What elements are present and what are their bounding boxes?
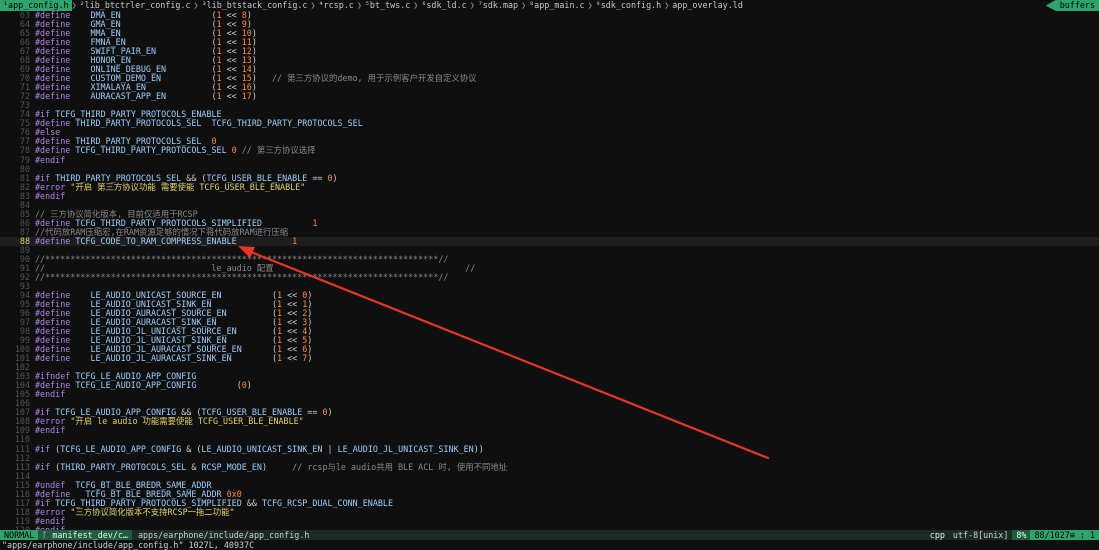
code-text: #define TCFG_THIRD_PARTY_PROTOCOLS_SEL 0… [35, 145, 316, 156]
code-line[interactable]: 109 #endif [0, 426, 1099, 435]
cursor-position: 88/1027≡ : 1 [1030, 530, 1099, 540]
code-text: #endif [35, 425, 66, 436]
code-line[interactable]: 79 #endif [0, 154, 1099, 165]
code-text: #define THIRD_PARTY_PROTOCOLS_SEL TCFG_T… [35, 118, 363, 129]
tab-9[interactable]: app_overlay.ld [669, 0, 746, 11]
code-text: #error "开启 le audio 功能需要使能 TCFG_USER_BLE… [35, 416, 304, 427]
code-text: #endif [35, 154, 66, 165]
code-line[interactable]: 78 #define TCFG_THIRD_PARTY_PROTOCOLS_SEL… [0, 146, 1099, 155]
code-text: #define TCFG_CODE_TO_RAM_COMPRESS_ENABLE… [35, 235, 298, 246]
filetype: cpp [929, 530, 945, 540]
tab-7[interactable]: ⁸app_main.c [526, 0, 587, 11]
code-text: #endif [35, 389, 66, 400]
code-line[interactable]: 113 #if (THIRD_PARTY_PROTOCOLS_SEL & RCSP… [0, 461, 1099, 472]
tab-2[interactable]: ³lib_btstack_config.c [199, 0, 311, 11]
code-line[interactable]: 82 #error "开启 第三方协议功能 需要使能 TCFG_USER_BLE_… [0, 181, 1099, 192]
tab-1[interactable]: ²lib_btctrler_config.c [77, 0, 194, 11]
status-line: NORMAL ᚴ manifest_dev/c… apps/earphone/inc… [0, 530, 1099, 540]
code-text: #if (THIRD_PARTY_PROTOCOLS_SEL & RCSP_MO… [35, 461, 508, 472]
code-text: #endif [35, 190, 66, 201]
code-line[interactable]: 83 #endif [0, 190, 1099, 201]
file-path: apps/earphone/include/app_config.h [137, 530, 310, 540]
code-line[interactable]: 92//************************************… [0, 271, 1099, 282]
code-text: #define TCFG_LE_AUDIO_APP_CONFIG (0) [35, 380, 252, 391]
code-text: #error "开启 第三方协议功能 需要使能 TCFG_USER_BLE_EN… [35, 181, 306, 192]
mode-indicator: NORMAL [0, 530, 39, 540]
code-line[interactable]: 72 #define AURACAST_APP_EN (1 << 17) [0, 92, 1099, 101]
code-line[interactable]: 105 #endif [0, 390, 1099, 399]
code-line[interactable]: 111 #if (TCFG_LE_AUDIO_APP_CONFIG & (LE_A… [0, 443, 1099, 454]
tab-5[interactable]: ⁶sdk_ld.c [418, 0, 469, 11]
code-line[interactable]: 108 #error "开启 le audio 功能需要使能 TCFG_USER_… [0, 417, 1099, 426]
command-line[interactable]: "apps/earphone/include/app_config.h" 102… [0, 540, 1099, 550]
tab-0[interactable]: ¹app_config.h [0, 0, 72, 11]
code-text: #if (TCFG_LE_AUDIO_APP_CONFIG & (LE_AUDI… [35, 443, 484, 454]
code-text: #define AURACAST_APP_EN (1 << 17) [35, 91, 257, 102]
tabline: ¹app_config.h ❯ ²lib_btctrler_config.c ❯ ³li… [0, 0, 1099, 11]
scroll-percent: 8% [1012, 530, 1031, 540]
tab-3[interactable]: ⁴rcsp.c [316, 0, 357, 11]
code-line[interactable]: 118 #error "三方协议简化版本不支持RCSP一拖二功能" [0, 507, 1099, 517]
encoding: utf-8[unix] [952, 530, 1009, 540]
code-line[interactable]: 88 #define TCFG_CODE_TO_RAM_COMPRESS_ENAB… [0, 235, 1099, 246]
git-branch: ᚴ manifest_dev/c… [38, 530, 132, 540]
tab-4[interactable]: ⁵bt_tws.c [362, 0, 413, 11]
code-editor[interactable]: 63 #define DMA_EN (1 << 8) 64 #define GMA_E… [0, 11, 1099, 530]
buffers-indicator[interactable]: buffers [1045, 0, 1099, 11]
code-text: //**************************************… [35, 271, 449, 282]
tab-8[interactable]: ⁹sdk_config.h [593, 0, 665, 11]
code-line[interactable]: 75 #define THIRD_PARTY_PROTOCOLS_SEL TCFG… [0, 119, 1099, 128]
code-line[interactable]: 119 #endif [0, 516, 1099, 526]
code-line[interactable]: 104 #define TCFG_LE_AUDIO_APP_CONFIG (0) [0, 381, 1099, 390]
tab-6[interactable]: ⁷sdk.map [475, 0, 521, 11]
code-text: #define LE_AUDIO_JL_AURACAST_SINK_EN (1 … [35, 353, 313, 364]
code-line[interactable]: 101 #define LE_AUDIO_JL_AURACAST_SINK_EN … [0, 354, 1099, 363]
